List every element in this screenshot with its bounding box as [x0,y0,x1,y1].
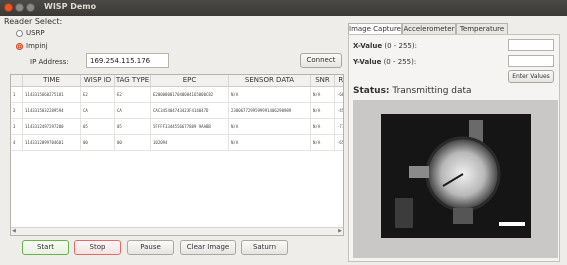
window-title: WISP Demo [44,2,97,11]
table-row[interactable]: 2 1143315832289594 CA CA CAC345404743423… [11,103,343,119]
scroll-left-arrow-icon[interactable]: ◀ [12,228,16,235]
x-value-label: X-Value (0 - 255):(0 - 255): [353,42,417,50]
y-value-input[interactable] [508,55,554,67]
status-label: Status: [353,86,390,96]
close-window-icon[interactable] [4,3,13,12]
table-row[interactable]: 4 1143312899704601 00 00 102094 N/A N/A … [11,135,343,151]
column-header-time[interactable]: TIME [23,75,81,86]
captured-image-frame [353,100,558,258]
horizontal-scrollbar[interactable]: ◀ ▶ [11,227,343,235]
table-row[interactable]: 1 1143315660275181 E2 E2 E20000001704008… [11,87,343,103]
column-header-wisp-id[interactable]: WISP ID [81,75,115,86]
usrp-label: USRP [26,29,45,37]
tab-accelerometer[interactable]: Accelerometer [402,23,456,34]
column-header-tag-type[interactable]: TAG TYPE [115,75,151,86]
clear-image-button[interactable]: Clear Image [180,240,236,255]
y-value-label: Y-Value (0 - 255): [353,58,417,66]
column-header-sensor-data[interactable]: SENSOR DATA [229,75,311,86]
column-header-snr[interactable]: SNR [311,75,335,86]
maximize-window-icon[interactable] [26,3,35,12]
minimize-window-icon[interactable] [15,3,24,12]
captured-camera-image [381,114,531,238]
status-line: Status: Transmitting data [353,86,472,96]
impinj-label: Impinj [26,42,48,50]
stop-button[interactable]: Stop [74,240,121,255]
status-text: Transmitting data [392,86,472,96]
column-header-rs[interactable]: RS [335,75,343,86]
scroll-right-arrow-icon[interactable]: ▶ [338,228,342,235]
column-header-epc[interactable]: EPC [151,75,229,86]
pause-button[interactable]: Pause [127,240,174,255]
x-value-input[interactable] [508,39,554,51]
enter-values-button[interactable]: Enter Values [508,70,554,83]
tag-data-table[interactable]: TIME WISP ID TAG TYPE EPC SENSOR DATA SN… [10,74,344,236]
saturn-button[interactable]: Saturn [241,240,288,255]
ip-address-label: IP Address: [30,58,69,66]
connect-button[interactable]: Connect [300,53,342,68]
title-bar: WISP Demo [0,0,567,16]
impinj-radio[interactable] [16,43,23,50]
start-button[interactable]: Start [22,240,69,255]
tab-temperature[interactable]: Temperature [456,23,508,34]
usrp-radio[interactable] [16,30,23,37]
reader-select-label: Reader Select: [4,17,63,26]
table-header: TIME WISP ID TAG TYPE EPC SENSOR DATA SN… [11,75,343,87]
table-row[interactable]: 3 1143312497297200 05 05 5FFFF3344556677… [11,119,343,135]
ip-address-input[interactable]: 169.254.115.176 [86,53,169,68]
